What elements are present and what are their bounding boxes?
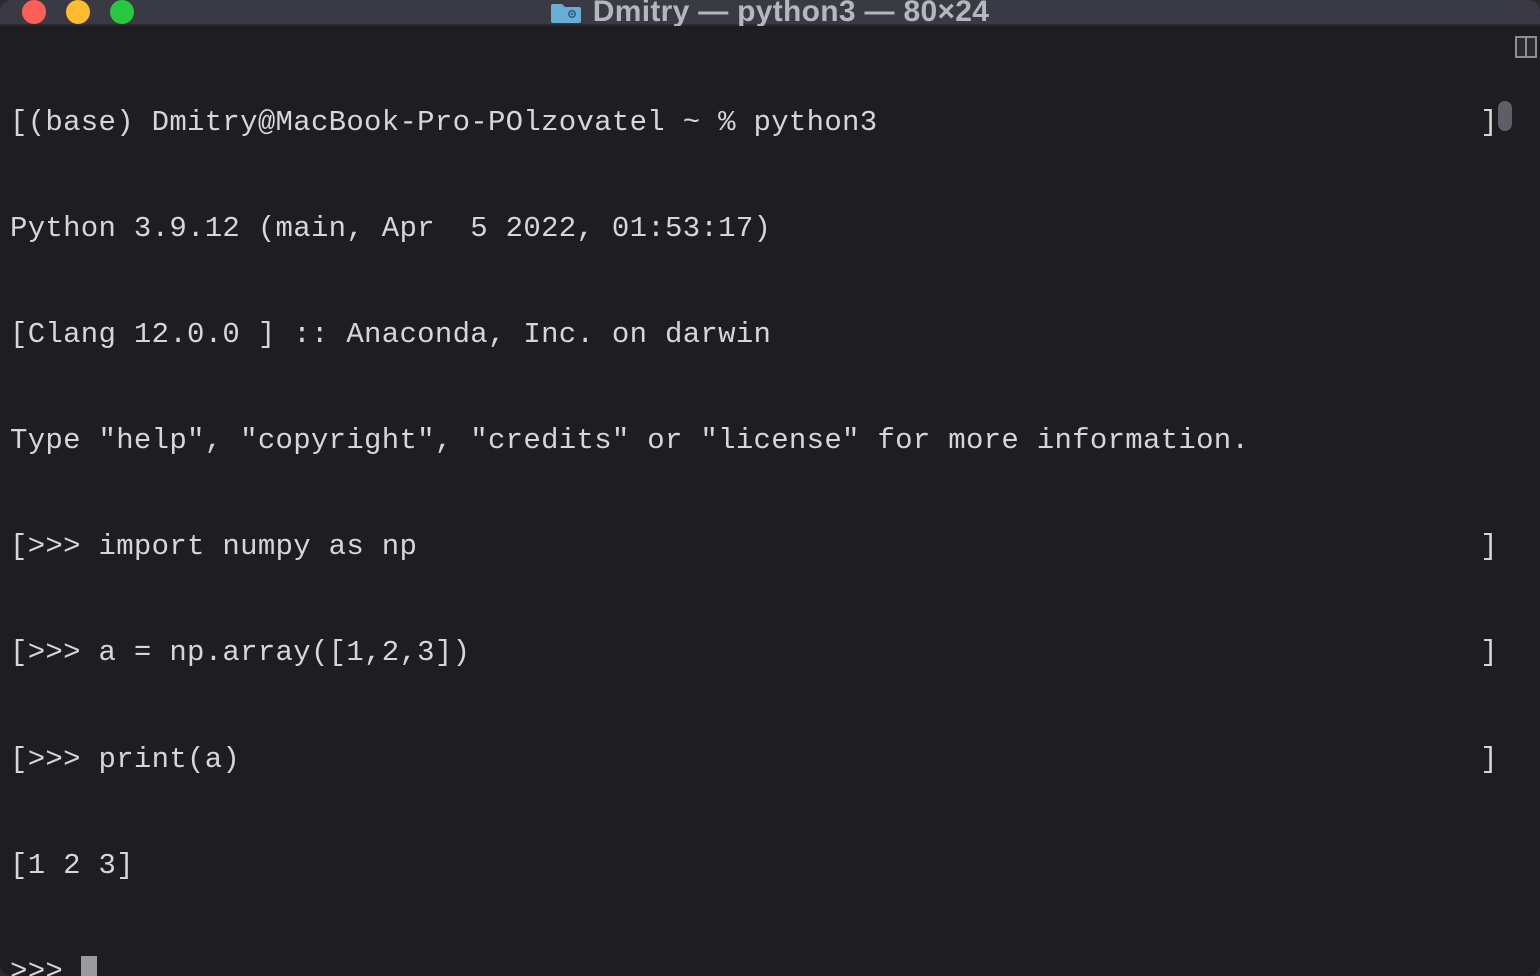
line-text: >>> import numpy as np bbox=[28, 530, 417, 563]
traffic-lights bbox=[22, 0, 134, 24]
terminal-prompt-line: >>> bbox=[10, 954, 1502, 976]
line-left-bracket: [ bbox=[10, 743, 28, 776]
line-text: (base) Dmitry@MacBook-Pro-POlzovatel ~ %… bbox=[28, 106, 878, 139]
minimize-button[interactable] bbox=[66, 0, 90, 24]
terminal-line: [>>> import numpy as np] bbox=[10, 529, 1502, 564]
line-text: Type "help", "copyright", "credits" or "… bbox=[10, 424, 1249, 457]
body-area: [(base) Dmitry@MacBook-Pro-POlzovatel ~ … bbox=[0, 26, 1540, 976]
cursor bbox=[81, 956, 97, 976]
terminal-line: Type "help", "copyright", "credits" or "… bbox=[10, 423, 1502, 458]
scrollbar-thumb[interactable] bbox=[1498, 101, 1512, 131]
terminal-line: [Clang 12.0.0 ] :: Anaconda, Inc. on dar… bbox=[10, 317, 1502, 352]
line-left-bracket: [ bbox=[10, 318, 28, 351]
line-right-bracket: ] bbox=[1480, 105, 1498, 140]
terminal-line: [1 2 3] bbox=[10, 848, 1502, 883]
terminal-line: Python 3.9.12 (main, Apr 5 2022, 01:53:1… bbox=[10, 211, 1502, 246]
title-wrap: Dmitry — python3 — 80×24 bbox=[0, 0, 1540, 29]
line-text: Clang 12.0.0 ] :: Anaconda, Inc. on darw… bbox=[28, 318, 772, 351]
line-left-bracket: [ bbox=[10, 106, 28, 139]
terminal-line: [(base) Dmitry@MacBook-Pro-POlzovatel ~ … bbox=[10, 105, 1502, 140]
right-gutter bbox=[1512, 26, 1540, 976]
terminal-content[interactable]: [(base) Dmitry@MacBook-Pro-POlzovatel ~ … bbox=[0, 26, 1512, 976]
split-pane-icon[interactable] bbox=[1515, 36, 1537, 58]
window-title: Dmitry — python3 — 80×24 bbox=[593, 0, 989, 29]
terminal-line: [>>> a = np.array([1,2,3])] bbox=[10, 635, 1502, 670]
line-text: Python 3.9.12 (main, Apr 5 2022, 01:53:1… bbox=[10, 212, 771, 245]
terminal-window: Dmitry — python3 — 80×24 [(base) Dmitry@… bbox=[0, 0, 1540, 976]
line-text: >>> a = np.array([1,2,3]) bbox=[28, 636, 471, 669]
titlebar[interactable]: Dmitry — python3 — 80×24 bbox=[0, 0, 1540, 26]
line-right-bracket: ] bbox=[1480, 635, 1498, 670]
line-text: >>> print(a) bbox=[28, 743, 240, 776]
line-left-bracket: [ bbox=[10, 849, 28, 882]
folder-icon bbox=[551, 0, 581, 24]
close-button[interactable] bbox=[22, 0, 46, 24]
maximize-button[interactable] bbox=[110, 0, 134, 24]
terminal-line: [>>> print(a)] bbox=[10, 742, 1502, 777]
line-right-bracket: ] bbox=[1480, 529, 1498, 564]
prompt-text: >>> bbox=[10, 955, 81, 976]
line-right-bracket: ] bbox=[1480, 742, 1498, 777]
line-left-bracket: [ bbox=[10, 636, 28, 669]
line-text: 1 2 3] bbox=[28, 849, 134, 882]
line-left-bracket: [ bbox=[10, 530, 28, 563]
